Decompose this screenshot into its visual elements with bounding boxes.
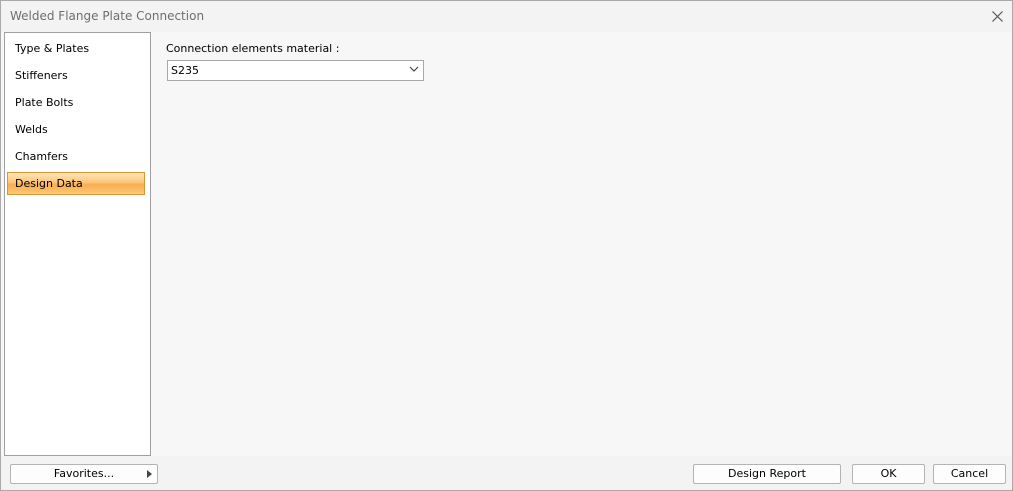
favorites-label: Favorites... [53,467,115,480]
ok-button[interactable]: OK [852,464,925,484]
sidebar-nav: Type & Plates Stiffeners Plate Bolts Wel… [4,32,151,456]
cancel-button[interactable]: Cancel [933,464,1006,484]
sidebar-item-stiffeners[interactable]: Stiffeners [7,64,145,87]
favorites-button[interactable]: Favorites... [10,464,158,484]
chevron-down-icon [409,66,419,72]
material-select-value: S235 [171,64,199,77]
sidebar-item-chamfers[interactable]: Chamfers [7,145,145,168]
sidebar-item-plate-bolts[interactable]: Plate Bolts [7,91,145,114]
title-bar: Welded Flange Plate Connection [1,1,1012,32]
sidebar-item-design-data[interactable]: Design Data [7,172,145,195]
dialog-window: Welded Flange Plate Connection Type & Pl… [0,0,1013,491]
window-title: Welded Flange Plate Connection [10,9,205,23]
material-label: Connection elements material : [166,42,340,55]
close-icon [991,10,1003,22]
sidebar-item-welds[interactable]: Welds [7,118,145,141]
close-button[interactable] [987,6,1007,26]
design-report-button[interactable]: Design Report [693,464,841,484]
sidebar-item-type-plates[interactable]: Type & Plates [7,37,145,60]
triangle-right-icon [147,470,152,478]
material-select[interactable]: S235 [167,60,424,81]
